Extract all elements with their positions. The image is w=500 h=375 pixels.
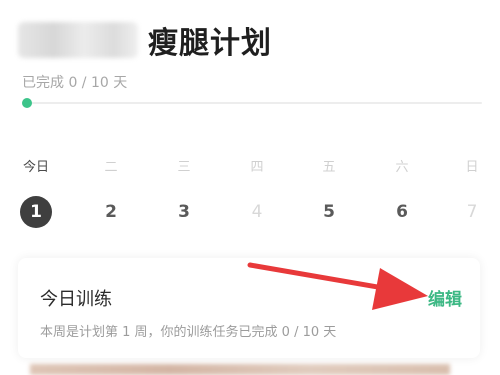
progress-track [22,102,482,104]
day-item-3[interactable]: 三 3 [162,155,206,228]
day-item-1[interactable]: 今日 1 [14,155,58,228]
day-item-7[interactable]: 日 7 [450,155,494,228]
day-label: 五 [322,160,336,175]
plan-page: 瘦腿计划 已完成 0 / 10 天 今日 1 二 2 三 3 四 4 五 5 六 [0,0,500,375]
progress-text: 已完成 0 / 10 天 [22,75,128,91]
day-number[interactable]: 2 [95,196,127,228]
day-label: 日 [465,160,479,175]
today-training-card: 今日训练 编辑 本周是计划第 1 周，你的训练任务已完成 0 / 10 天 [18,258,480,358]
day-label: 今日 [22,160,49,175]
page-title: 瘦腿计划 [148,26,272,61]
progress-bar [22,98,482,108]
day-number-today[interactable]: 1 [20,196,52,228]
day-item-2[interactable]: 二 2 [89,155,133,228]
day-number[interactable]: 4 [241,196,273,228]
day-number[interactable]: 5 [313,196,345,228]
page-header: 瘦腿计划 [18,18,272,62]
card-subtitle: 本周是计划第 1 周，你的训练任务已完成 0 / 10 天 [40,325,337,340]
week-day-selector: 今日 1 二 2 三 3 四 4 五 5 六 6 日 7 [0,155,500,235]
next-card-image-edge [30,364,450,375]
day-label: 三 [177,160,191,175]
day-label: 二 [104,160,118,175]
day-number[interactable]: 7 [456,196,488,228]
blurred-username [18,22,138,58]
day-item-5[interactable]: 五 5 [307,155,351,228]
day-label: 四 [250,160,264,175]
day-item-6[interactable]: 六 6 [380,155,424,228]
day-number[interactable]: 6 [386,196,418,228]
card-title: 今日训练 [40,289,112,310]
progress-dot [22,98,32,108]
day-number[interactable]: 3 [168,196,200,228]
day-item-4[interactable]: 四 4 [235,155,279,228]
edit-button[interactable]: 编辑 [428,285,462,310]
day-label: 六 [395,160,409,175]
